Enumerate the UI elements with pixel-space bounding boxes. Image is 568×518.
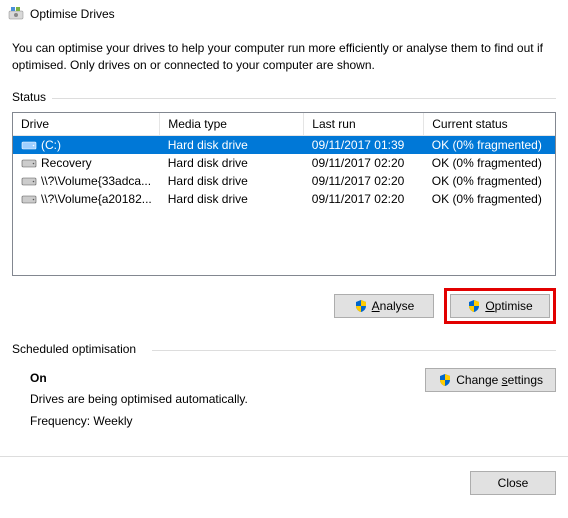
window-title: Optimise Drives — [30, 7, 115, 21]
analyse-button[interactable]: Analyse — [334, 294, 434, 318]
scheduled-frequency: Frequency: Weekly — [30, 411, 248, 433]
col-last-run[interactable]: Last run — [304, 113, 424, 136]
drive-last-run: 09/11/2017 02:20 — [304, 190, 424, 208]
table-row[interactable]: Recovery Hard disk drive09/11/2017 02:20O… — [13, 154, 555, 172]
table-header-row: Drive Media type Last run Current status — [13, 113, 555, 136]
drive-icon — [21, 175, 37, 187]
drive-last-run: 09/11/2017 02:20 — [304, 172, 424, 190]
description-text: You can optimise your drives to help you… — [12, 40, 556, 74]
drive-name: \\?\Volume{33adca... — [41, 174, 151, 188]
col-status[interactable]: Current status — [424, 113, 555, 136]
drives-table-container: Drive Media type Last run Current status… — [12, 112, 556, 276]
drive-media: Hard disk drive — [160, 135, 304, 154]
drive-icon — [21, 157, 37, 169]
table-row[interactable]: \\?\Volume{33adca... Hard disk drive09/11… — [13, 172, 555, 190]
drive-media: Hard disk drive — [160, 190, 304, 208]
optimise-label: Optimise — [485, 299, 532, 313]
drive-media: Hard disk drive — [160, 154, 304, 172]
drive-icon — [21, 193, 37, 205]
drive-name: \\?\Volume{a20182... — [41, 192, 152, 206]
drive-status: OK (0% fragmented) — [424, 190, 555, 208]
analyse-label: Analyse — [372, 299, 415, 313]
drive-status: OK (0% fragmented) — [424, 154, 555, 172]
optimise-highlight: Optimise — [444, 288, 556, 324]
status-button-row: Analyse Optimise — [12, 288, 556, 324]
scheduled-desc: Drives are being optimised automatically… — [30, 389, 248, 411]
shield-icon — [438, 373, 452, 387]
scheduled-info: On Drives are being optimised automatica… — [30, 368, 248, 433]
table-row[interactable]: \\?\Volume{a20182... Hard disk drive09/11… — [13, 190, 555, 208]
change-settings-label: Change settings — [456, 373, 543, 387]
scheduled-label: Scheduled optimisation — [12, 342, 142, 356]
drive-status: OK (0% fragmented) — [424, 135, 555, 154]
drive-status: OK (0% fragmented) — [424, 172, 555, 190]
drive-name: (C:) — [41, 138, 61, 152]
table-row[interactable]: (C:) Hard disk drive09/11/2017 01:39OK (0… — [13, 135, 555, 154]
optimise-button[interactable]: Optimise — [450, 294, 550, 318]
status-label: Status — [12, 90, 52, 104]
close-label: Close — [498, 476, 529, 490]
scheduled-body: On Drives are being optimised automatica… — [12, 368, 556, 433]
scheduled-state: On — [30, 368, 248, 390]
col-media[interactable]: Media type — [160, 113, 304, 136]
drive-last-run: 09/11/2017 01:39 — [304, 135, 424, 154]
close-button[interactable]: Close — [470, 471, 556, 495]
drive-last-run: 09/11/2017 02:20 — [304, 154, 424, 172]
title-bar: Optimise Drives — [0, 0, 568, 28]
col-drive[interactable]: Drive — [13, 113, 160, 136]
shield-icon — [354, 299, 368, 313]
drive-icon — [21, 139, 37, 151]
footer-row: Close — [0, 457, 568, 509]
change-settings-button[interactable]: Change settings — [425, 368, 556, 392]
drives-table[interactable]: Drive Media type Last run Current status… — [13, 113, 555, 208]
drive-media: Hard disk drive — [160, 172, 304, 190]
optimise-drives-window: Optimise Drives You can optimise your dr… — [0, 0, 568, 509]
defrag-icon — [8, 6, 24, 22]
drive-name: Recovery — [41, 156, 92, 170]
status-section-header: Status — [12, 90, 556, 106]
shield-icon — [467, 299, 481, 313]
scheduled-section-header: Scheduled optimisation — [12, 342, 556, 358]
